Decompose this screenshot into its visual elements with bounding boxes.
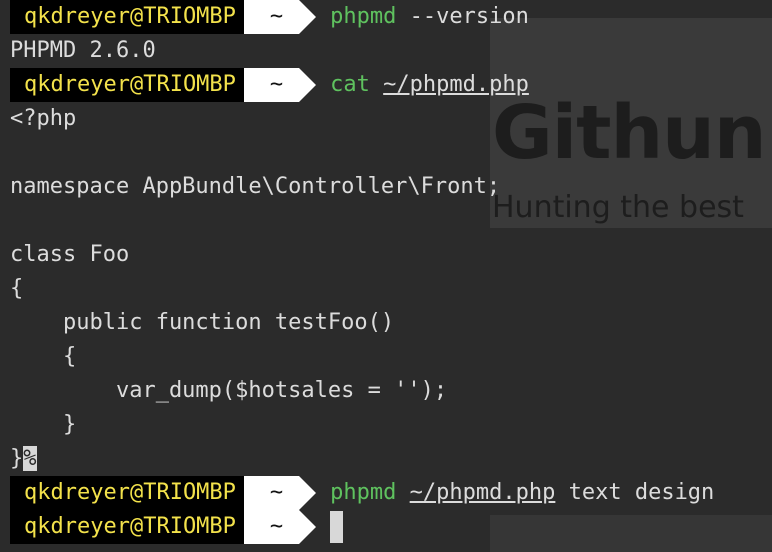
command-text: cat ~/phpmd.php (330, 68, 529, 102)
file-line: <?php (10, 106, 77, 131)
file-line: { (10, 276, 24, 301)
background-window-bottom (490, 515, 772, 552)
file-line: var_dump($hotsales = ''); (10, 378, 448, 403)
command-text: phpmd ~/phpmd.php text design (330, 476, 714, 510)
command-name: phpmd (330, 480, 397, 505)
file-line: class Foo (10, 242, 130, 267)
prompt-directory: ~ (243, 0, 317, 34)
prompt-directory: ~ (243, 68, 317, 102)
prompt-line: qkdreyer@TRIOMBP ~ cat ~/phpmd.php (10, 68, 529, 102)
command-name: phpmd (330, 4, 397, 29)
command-input[interactable] (330, 510, 344, 544)
background-window-title: Githun (492, 90, 767, 176)
command-path[interactable]: ~/phpmd.php (383, 72, 529, 97)
background-window-subtitle: Hunting the best (492, 190, 744, 225)
terminal-window[interactable]: Githun Hunting the best qkdreyer@TRIOMBP… (0, 0, 772, 552)
prompt-directory: ~ (243, 476, 317, 510)
file-line: } (10, 446, 24, 471)
command-path[interactable]: ~/phpmd.php (410, 480, 556, 505)
prompt-line: qkdreyer@TRIOMBP ~ phpmd --version (10, 0, 529, 34)
command-text: phpmd --version (330, 0, 529, 34)
file-line: public function testFoo() (10, 310, 395, 335)
prompt-line: qkdreyer@TRIOMBP ~ phpmd ~/phpmd.php tex… (10, 476, 714, 510)
prompt-user-host: qkdreyer@TRIOMBP (10, 0, 261, 34)
no-newline-marker: % (23, 446, 37, 471)
output-line: PHPMD 2.6.0 (10, 38, 156, 63)
command-args: text design (555, 480, 715, 505)
prompt-directory: ~ (243, 510, 317, 544)
command-args: --version (396, 4, 529, 29)
file-line-last: }% (10, 442, 37, 476)
file-line: { (10, 344, 77, 369)
file-line: } (10, 412, 77, 437)
text-cursor (330, 511, 344, 543)
command-name: cat (330, 72, 370, 97)
prompt-user-host: qkdreyer@TRIOMBP (10, 68, 261, 102)
file-line: namespace AppBundle\Controller\Front; (10, 174, 501, 199)
prompt-user-host: qkdreyer@TRIOMBP (10, 476, 261, 510)
active-prompt-line[interactable]: qkdreyer@TRIOMBP ~ (10, 510, 344, 544)
prompt-user-host: qkdreyer@TRIOMBP (10, 510, 261, 544)
